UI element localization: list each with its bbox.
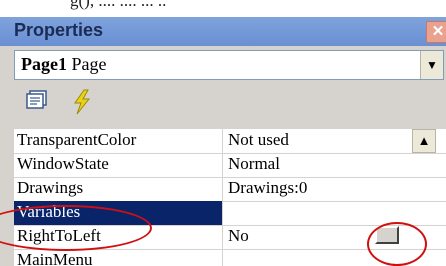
property-name: MainMenu [17, 250, 93, 266]
property-value[interactable]: Normal [228, 154, 280, 174]
scroll-up-icon[interactable]: ▲ [412, 129, 436, 153]
property-row[interactable]: Drawings Drawings:0 [14, 177, 446, 202]
property-value[interactable]: No [228, 226, 249, 246]
background-text-strip: g(), .... .... ... .. [0, 0, 446, 17]
property-value[interactable]: Not used [228, 130, 289, 150]
annotation-circle-button [367, 222, 427, 266]
object-selector-value: Page1 Page [21, 54, 106, 75]
object-name: Page1 [21, 54, 67, 74]
property-name: WindowState [17, 154, 109, 173]
title-bar: Properties ✕ [0, 17, 446, 46]
dropdown-arrow-icon[interactable]: ▼ [420, 51, 443, 79]
object-type: Page [71, 54, 107, 74]
property-name: Drawings [17, 178, 84, 197]
properties-panel: Properties ✕ Page1 Page ▼ TransparentCol… [0, 17, 446, 266]
object-selector[interactable]: Page1 Page ▼ [14, 50, 444, 80]
property-row[interactable]: WindowState Normal [14, 153, 446, 178]
property-row[interactable]: TransparentColor Not used [14, 129, 446, 154]
background-text: g(), .... .... ... .. [70, 0, 167, 10]
lightning-icon[interactable] [67, 88, 97, 118]
property-name: TransparentColor [17, 130, 137, 149]
property-pages-icon[interactable] [22, 88, 52, 118]
property-value[interactable]: Drawings:0 [228, 178, 307, 198]
panel-title: Properties [14, 20, 104, 40]
close-icon[interactable]: ✕ [426, 21, 446, 43]
